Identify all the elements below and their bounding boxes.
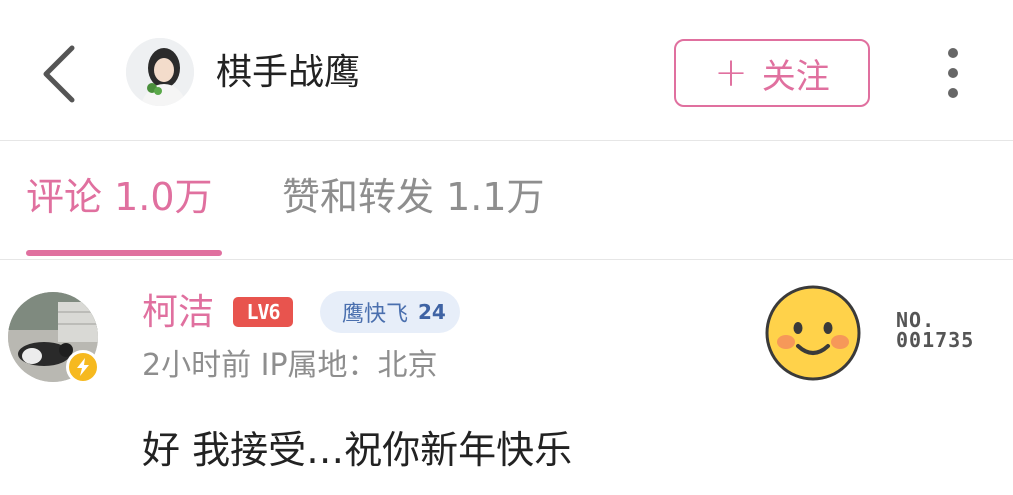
level-badge: LV6 [233,297,293,327]
follow-button[interactable]: + 关注 [674,39,870,107]
card-number-label: NO. 001735 [896,310,974,350]
tab-likes-reposts[interactable]: 赞和转发 1.1万 [282,172,545,222]
comment-meta: 2小时前 IP属地：北京 [142,348,438,383]
card-number-value: 001735 [896,328,975,352]
verified-badge [66,350,100,384]
active-tab-indicator [26,250,222,256]
fan-club-badge[interactable]: 鹰快飞 24 [320,291,460,333]
lightning-icon [77,358,89,376]
page-title: 棋手战鹰 [216,52,361,93]
card-number-prefix: NO. [896,308,936,332]
fan-badge-level: 24 [418,300,446,324]
more-options-button[interactable] [936,44,970,104]
follow-label: 关注 [761,56,830,97]
tabs-divider [0,259,1013,260]
header-divider [0,140,1013,141]
author-avatar[interactable] [126,38,194,106]
back-chevron-icon [43,45,75,103]
plus-icon: + [714,50,748,96]
fan-badge-name: 鹰快飞 [342,302,409,327]
comment-text: 好 我接受…祝你新年快乐 [142,428,573,472]
smiley-face-icon [765,285,861,381]
back-button[interactable] [30,38,90,108]
author-avatar-image [126,38,194,106]
commenter-name[interactable]: 柯洁 [142,290,214,336]
tab-comments[interactable]: 评论 1.0万 [26,172,213,222]
top-bar: 棋手战鹰 + 关注 [0,0,1013,140]
